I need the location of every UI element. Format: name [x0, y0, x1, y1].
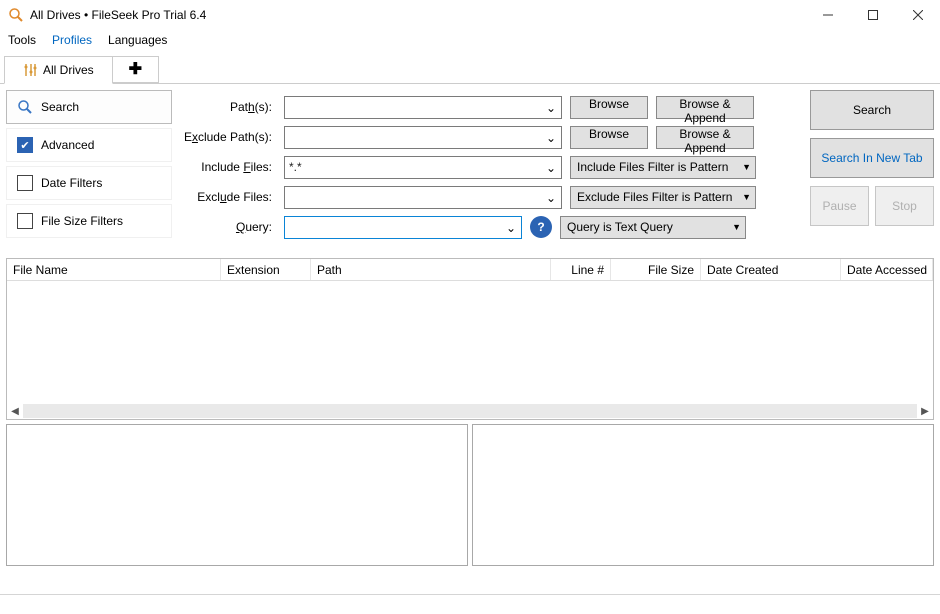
scroll-left-icon[interactable]: ◀: [7, 403, 23, 419]
checkbox-icon: [17, 213, 33, 229]
checkbox-checked-icon: ✔: [17, 137, 33, 153]
close-button[interactable]: [895, 0, 940, 30]
col-date-created[interactable]: Date Created: [701, 259, 841, 280]
paths-browse-append-button[interactable]: Browse & Append: [656, 96, 754, 119]
chevron-down-icon: ⌄: [543, 160, 559, 176]
window-title: All Drives • FileSeek Pro Trial 6.4: [30, 8, 805, 22]
paths-browse-button[interactable]: Browse: [570, 96, 648, 119]
question-icon: ?: [537, 220, 544, 234]
chevron-down-icon: ⌄: [543, 130, 559, 146]
chevron-down-icon: ▼: [742, 192, 751, 202]
col-file-size[interactable]: File Size: [611, 259, 701, 280]
exclude-files-label: Exclude Files:: [176, 190, 276, 204]
menu-tools[interactable]: Tools: [8, 33, 36, 47]
scroll-track[interactable]: [23, 404, 917, 418]
menu-bar: Tools Profiles Languages: [0, 30, 940, 50]
plus-icon: ✚: [129, 62, 142, 78]
scroll-right-icon[interactable]: ▶: [917, 403, 933, 419]
search-new-tab-button[interactable]: Search In New Tab: [810, 138, 934, 178]
exclude-paths-label: Exclude Path(s):: [176, 130, 276, 144]
search-icon: [17, 99, 33, 115]
chevron-down-icon: ⌄: [543, 190, 559, 206]
minimize-button[interactable]: [805, 0, 850, 30]
stop-button[interactable]: Stop: [875, 186, 934, 226]
include-files-type-combo[interactable]: Include Files Filter is Pattern▼: [570, 156, 756, 179]
tab-add[interactable]: ✚: [113, 56, 159, 83]
tab-strip: All Drives ✚: [0, 56, 940, 84]
query-combo[interactable]: ⌄: [284, 216, 522, 239]
tab-all-drives[interactable]: All Drives: [4, 56, 113, 84]
results-body: [7, 281, 933, 403]
preview-pane-right: [472, 424, 934, 566]
menu-profiles[interactable]: Profiles: [52, 33, 92, 47]
query-type-combo[interactable]: Query is Text Query▼: [560, 216, 746, 239]
sidebar-label-search: Search: [41, 100, 79, 114]
chevron-down-icon: ▼: [742, 162, 751, 172]
query-help-button[interactable]: ?: [530, 216, 552, 238]
app-icon: [8, 7, 24, 23]
maximize-button[interactable]: [850, 0, 895, 30]
form-panel: Path(s): ⌄ Browse Browse & Append Exclud…: [172, 84, 810, 252]
col-extension[interactable]: Extension: [221, 259, 311, 280]
include-files-label: Include Files:: [176, 160, 276, 174]
search-button[interactable]: Search: [810, 90, 934, 130]
horizontal-scrollbar[interactable]: ◀ ▶: [7, 403, 933, 419]
sliders-icon: [23, 63, 37, 77]
exclude-paths-browse-button[interactable]: Browse: [570, 126, 648, 149]
bottom-panes: [6, 424, 934, 566]
chevron-down-icon: ▼: [732, 222, 741, 232]
chevron-down-icon: ⌄: [503, 220, 519, 236]
sidebar-label-date: Date Filters: [41, 176, 102, 190]
col-line-no[interactable]: Line #: [551, 259, 611, 280]
exclude-files-type-combo[interactable]: Exclude Files Filter is Pattern▼: [570, 186, 756, 209]
sidebar-item-file-size-filters[interactable]: File Size Filters: [6, 204, 172, 238]
exclude-paths-browse-append-button[interactable]: Browse & Append: [656, 126, 754, 149]
sidebar-label-advanced: Advanced: [41, 138, 94, 152]
sidebar-label-size: File Size Filters: [41, 214, 123, 228]
col-date-accessed[interactable]: Date Accessed: [841, 259, 933, 280]
pause-button[interactable]: Pause: [810, 186, 869, 226]
include-files-combo[interactable]: *.*⌄: [284, 156, 562, 179]
status-bar: [0, 594, 940, 614]
tab-label: All Drives: [43, 63, 94, 77]
title-bar: All Drives • FileSeek Pro Trial 6.4: [0, 0, 940, 30]
action-buttons: Search Search In New Tab Pause Stop: [810, 84, 940, 252]
paths-combo[interactable]: ⌄: [284, 96, 562, 119]
results-grid: File Name Extension Path Line # File Siz…: [6, 258, 934, 420]
sidebar-item-advanced[interactable]: ✔ Advanced: [6, 128, 172, 162]
chevron-down-icon: ⌄: [543, 100, 559, 116]
exclude-files-combo[interactable]: ⌄: [284, 186, 562, 209]
exclude-paths-combo[interactable]: ⌄: [284, 126, 562, 149]
preview-pane-left: [6, 424, 468, 566]
col-path[interactable]: Path: [311, 259, 551, 280]
col-file-name[interactable]: File Name: [7, 259, 221, 280]
paths-label: Path(s):: [176, 100, 276, 114]
column-headers: File Name Extension Path Line # File Siz…: [7, 259, 933, 281]
checkbox-icon: [17, 175, 33, 191]
sidebar: Search ✔ Advanced Date Filters File Size…: [0, 84, 172, 252]
sidebar-item-search[interactable]: Search: [6, 90, 172, 124]
sidebar-item-date-filters[interactable]: Date Filters: [6, 166, 172, 200]
menu-languages[interactable]: Languages: [108, 33, 167, 47]
query-label: Query:: [176, 220, 276, 234]
